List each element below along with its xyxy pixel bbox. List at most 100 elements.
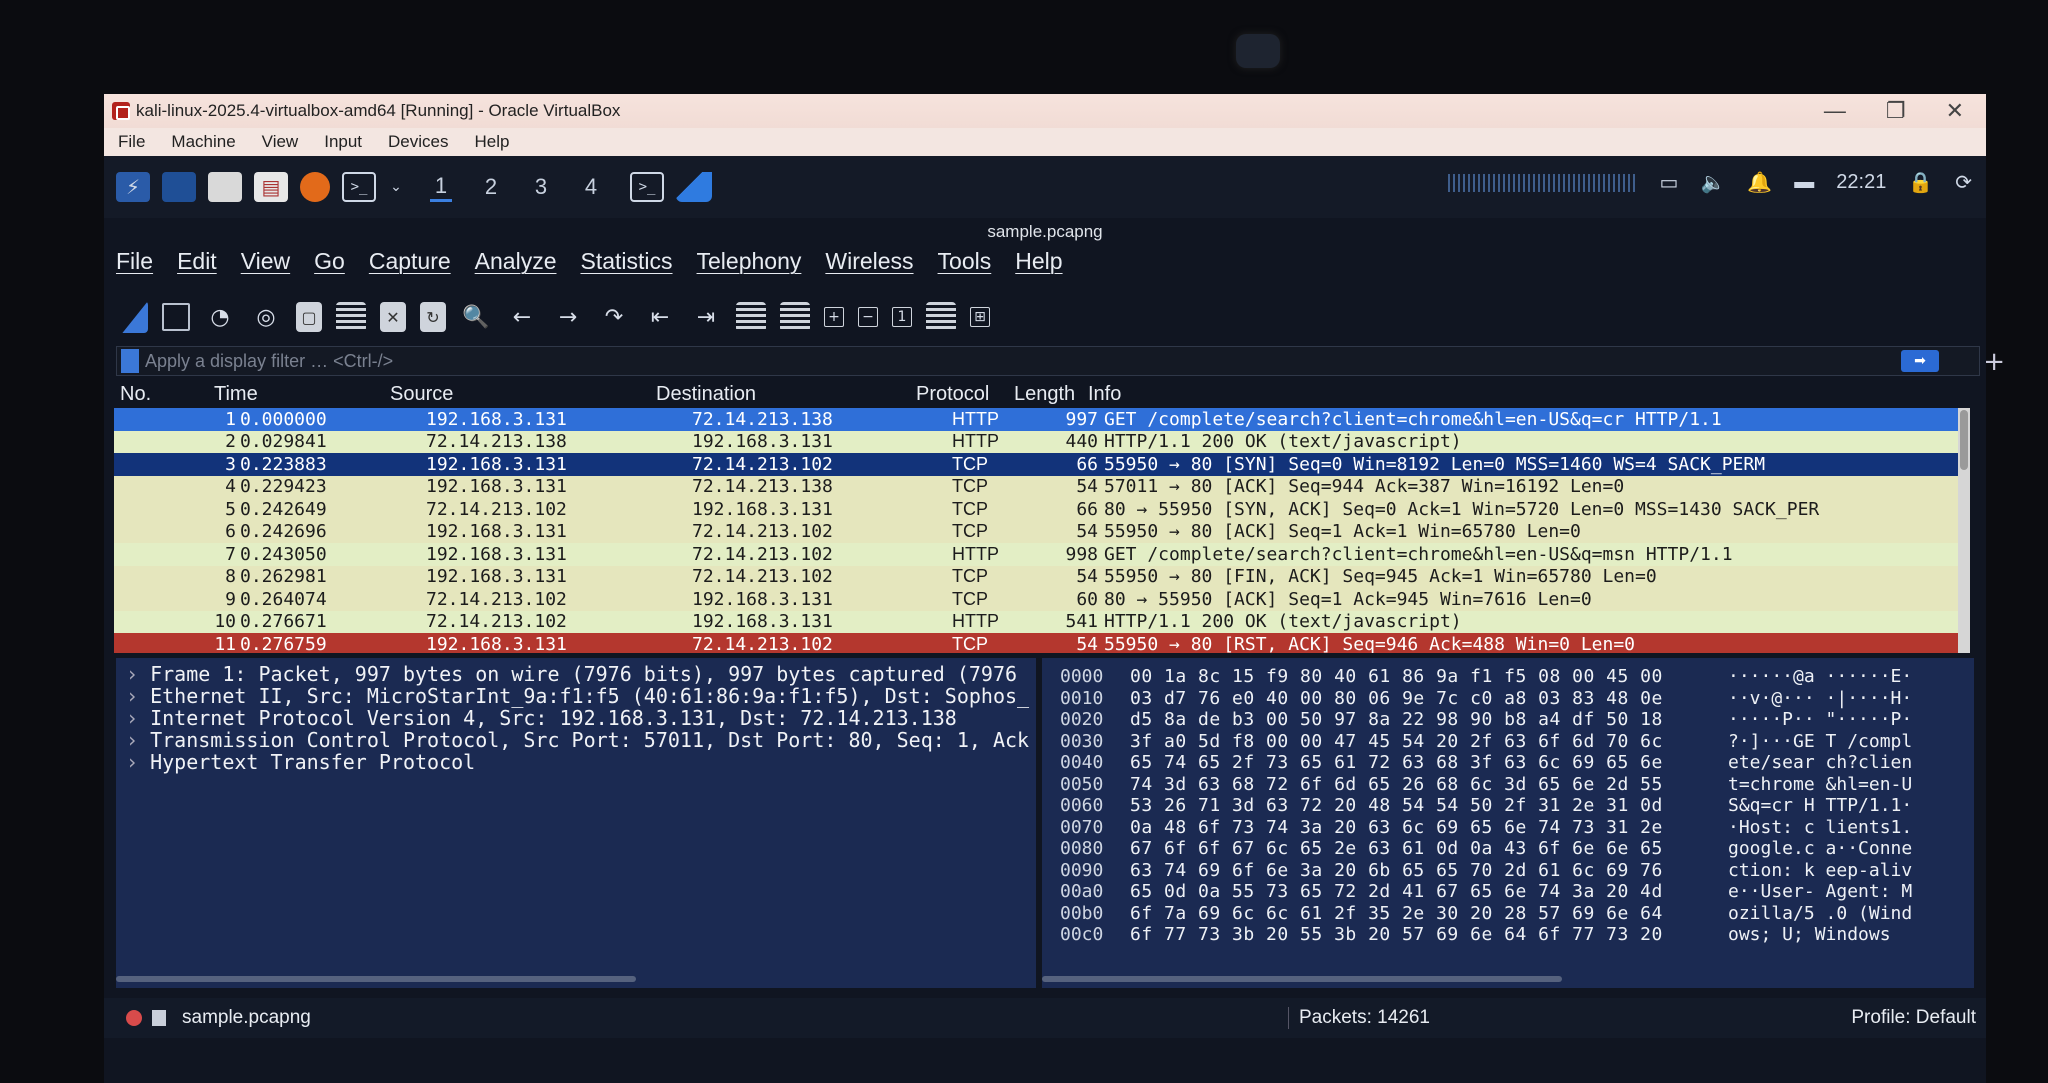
tree-ethernet[interactable]: Ethernet II, Src: MicroStarInt_9a:f1:f5 …: [116, 684, 1036, 708]
zoom-in-icon[interactable]: +: [824, 307, 844, 327]
autoscroll-icon[interactable]: [736, 302, 766, 332]
capture-comment-icon[interactable]: [152, 1010, 166, 1026]
maximize-icon[interactable]: ❐: [1886, 98, 1906, 124]
hex-ascii[interactable]: ·····P·· "·····P·: [1716, 709, 1912, 731]
save-file-icon[interactable]: [336, 302, 366, 332]
hex-ascii[interactable]: ction: k eep-aliv: [1716, 860, 1912, 882]
lock-icon[interactable]: 🔒: [1908, 170, 1933, 195]
menu-capture[interactable]: Capture: [369, 248, 451, 275]
details-scrollbar[interactable]: [116, 976, 636, 982]
close-icon[interactable]: ✕: [1946, 98, 1964, 124]
hex-bytes[interactable]: 6f 77 73 3b 20 55 3b 20 57 69 6e 64 6f 7…: [1116, 924, 1716, 946]
close-file-icon[interactable]: ✕: [380, 302, 406, 332]
capture-options-icon[interactable]: ◎: [250, 301, 282, 333]
bookmark-icon[interactable]: [121, 349, 139, 373]
bytes-scrollbar[interactable]: [1042, 976, 1562, 982]
hex-bytes[interactable]: 65 0d 0a 55 73 65 72 2d 41 67 65 6e 74 3…: [1116, 881, 1716, 903]
find-packet-icon[interactable]: 🔍: [460, 301, 492, 333]
menu-wireless[interactable]: Wireless: [825, 248, 913, 275]
go-to-packet-icon[interactable]: ↷: [598, 301, 630, 333]
hex-ascii[interactable]: t=chrome &hl=en-U: [1716, 774, 1912, 796]
column-time[interactable]: Time: [214, 383, 390, 406]
menu-telephony[interactable]: Telephony: [697, 248, 802, 275]
reload-file-icon[interactable]: ↻: [420, 302, 446, 332]
workspace-2[interactable]: 2: [480, 174, 502, 200]
table-row[interactable]: 4 0.229423 192.168.3.131 72.14.213.138 TCP 54…: [114, 475, 1970, 498]
table-row[interactable]: 8 0.262981 192.168.3.131 72.14.213.102 TCP 54…: [114, 565, 1970, 588]
menu-help[interactable]: Help: [1015, 248, 1062, 275]
tree-tcp[interactable]: Transmission Control Protocol, Src Port:…: [116, 728, 1036, 752]
column-source[interactable]: Source: [390, 383, 656, 406]
hex-ascii[interactable]: ?·]···GE T /compl: [1716, 731, 1912, 753]
power-icon[interactable]: ⟳: [1955, 170, 1972, 195]
workspace-3[interactable]: 3: [530, 174, 552, 200]
workspace-4[interactable]: 4: [580, 174, 602, 200]
hex-ascii[interactable]: ······@a ······E·: [1716, 666, 1912, 688]
workspace-1[interactable]: 1: [430, 173, 452, 202]
menu-analyze[interactable]: Analyze: [475, 248, 557, 275]
hex-ascii[interactable]: ete/sear ch?clien: [1716, 752, 1912, 774]
table-row[interactable]: 7 0.243050 192.168.3.131 72.14.213.102 HTTP 9…: [114, 543, 1970, 566]
zoom-out-icon[interactable]: −: [858, 307, 878, 327]
display-icon[interactable]: ▭: [1660, 170, 1679, 195]
vbox-menu-help[interactable]: Help: [475, 132, 510, 152]
table-row[interactable]: 2 0.029841 72.14.213.138 192.168.3.131 HTTP 4…: [114, 430, 1970, 453]
hex-bytes[interactable]: 3f a0 5d f8 00 00 47 45 54 20 2f 63 6f 6…: [1116, 731, 1716, 753]
hex-ascii[interactable]: e··User- Agent: M: [1716, 881, 1912, 903]
stop-capture-icon[interactable]: [162, 303, 190, 331]
table-row[interactable]: 1 0.000000 192.168.3.131 72.14.213.138 HTTP 9…: [114, 408, 1970, 431]
battery-icon[interactable]: ▬: [1794, 171, 1814, 194]
notification-bell-icon[interactable]: 🔔: [1747, 170, 1772, 195]
start-capture-icon[interactable]: [122, 301, 148, 333]
last-packet-icon[interactable]: ⇥: [690, 301, 722, 333]
menu-edit[interactable]: Edit: [177, 248, 217, 275]
normal-size-icon[interactable]: 1: [892, 307, 912, 327]
vbox-menu-view[interactable]: View: [262, 132, 299, 152]
add-filter-button-icon[interactable]: +: [1983, 347, 2005, 377]
menu-statistics[interactable]: Statistics: [580, 248, 672, 275]
status-profile[interactable]: Profile: Default: [1851, 1007, 1976, 1029]
hex-ascii[interactable]: ows; U; Windows: [1716, 924, 1891, 946]
hex-bytes[interactable]: 67 6f 6f 67 6c 65 2e 63 61 0d 0a 43 6f 6…: [1116, 838, 1716, 860]
table-row[interactable]: 3 0.223883 192.168.3.131 72.14.213.102 TCP 66…: [114, 453, 1970, 476]
first-packet-icon[interactable]: ⇤: [644, 301, 676, 333]
go-forward-icon[interactable]: →: [552, 301, 584, 333]
menu-tools[interactable]: Tools: [938, 248, 992, 275]
volume-icon[interactable]: 🔈: [1700, 170, 1725, 195]
menu-file[interactable]: File: [116, 248, 153, 275]
hex-bytes[interactable]: 65 74 65 2f 73 65 61 72 63 68 3f 63 6c 6…: [1116, 752, 1716, 774]
column-protocol[interactable]: Protocol: [916, 383, 1014, 406]
hex-bytes[interactable]: 00 1a 8c 15 f9 80 40 61 86 9a f1 f5 08 0…: [1116, 666, 1716, 688]
hex-bytes[interactable]: 03 d7 76 e0 40 00 80 06 9e 7c c0 a8 03 8…: [1116, 688, 1716, 710]
kali-menu-icon[interactable]: ⚡: [116, 172, 150, 202]
hex-ascii[interactable]: google.c a··Conne: [1716, 838, 1912, 860]
menu-go[interactable]: Go: [314, 248, 345, 275]
tree-http[interactable]: Hypertext Transfer Protocol: [116, 750, 1036, 774]
open-file-icon[interactable]: ▢: [296, 302, 322, 332]
menu-view[interactable]: View: [241, 248, 290, 275]
column-no[interactable]: No.: [114, 383, 214, 406]
colorize-icon[interactable]: [780, 302, 810, 332]
layout-icon[interactable]: ⊞: [970, 307, 990, 327]
packet-list-scrollbar[interactable]: [1958, 408, 1970, 653]
table-row[interactable]: 10 0.276671 72.14.213.102 192.168.3.131 HTTP…: [114, 610, 1970, 633]
show-desktop-icon[interactable]: [162, 172, 196, 202]
vbox-menu-file[interactable]: File: [118, 132, 145, 152]
chevron-down-icon[interactable]: ⌄: [388, 172, 404, 202]
resize-columns-icon[interactable]: [926, 302, 956, 332]
vbox-menu-machine[interactable]: Machine: [171, 132, 235, 152]
text-editor-icon[interactable]: ▤: [254, 172, 288, 202]
table-row[interactable]: 6 0.242696 192.168.3.131 72.14.213.102 TCP 54…: [114, 520, 1970, 543]
table-row[interactable]: 5 0.242649 72.14.213.102 192.168.3.131 TCP 66…: [114, 498, 1970, 521]
vbox-menu-devices[interactable]: Devices: [388, 132, 448, 152]
expert-info-icon[interactable]: [126, 1010, 142, 1026]
column-destination[interactable]: Destination: [656, 383, 916, 406]
hex-bytes[interactable]: d5 8a de b3 00 50 97 8a 22 98 90 b8 a4 d…: [1116, 709, 1716, 731]
hex-bytes[interactable]: 63 74 69 6f 6e 3a 20 6b 65 65 70 2d 61 6…: [1116, 860, 1716, 882]
minimize-icon[interactable]: —: [1824, 98, 1846, 124]
file-manager-icon[interactable]: [208, 172, 242, 202]
table-row[interactable]: 9 0.264074 72.14.213.102 192.168.3.131 TCP 60…: [114, 588, 1970, 611]
hex-bytes[interactable]: 53 26 71 3d 63 72 20 48 54 54 50 2f 31 2…: [1116, 795, 1716, 817]
hex-ascii[interactable]: ozilla/5 .0 (Wind: [1716, 903, 1912, 925]
hex-bytes[interactable]: 6f 7a 69 6c 6c 61 2f 35 2e 30 20 28 57 6…: [1116, 903, 1716, 925]
